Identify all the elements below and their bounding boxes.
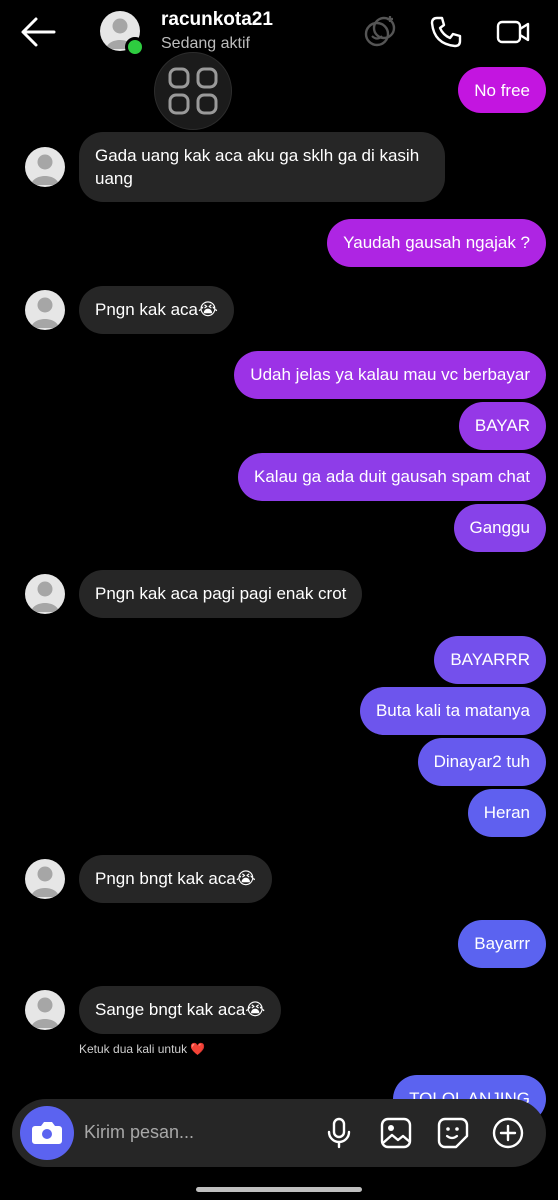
outgoing-message[interactable]: BAYAR: [458, 402, 546, 450]
incoming-message[interactable]: Gada uang kak aca aku ga sklh ga di kasi…: [79, 132, 445, 202]
outgoing-message[interactable]: Kalau ga ada duit gausah spam chat: [238, 453, 546, 501]
username[interactable]: racunkota21: [161, 9, 273, 31]
add-icon[interactable]: [491, 1116, 525, 1150]
camera-button[interactable]: [20, 1106, 74, 1160]
message-input[interactable]: Kirim pesan...: [84, 1122, 194, 1143]
double-tap-hint: Ketuk dua kali untuk ❤️: [79, 1042, 206, 1056]
gallery-icon[interactable]: [379, 1116, 413, 1150]
sender-avatar[interactable]: [25, 574, 65, 614]
apps-grid-button[interactable]: [154, 52, 232, 130]
sender-avatar[interactable]: [25, 990, 65, 1030]
effects-icon[interactable]: [362, 14, 398, 50]
outgoing-message[interactable]: Buta kali ta matanya: [359, 687, 546, 735]
outgoing-message[interactable]: Ganggu: [453, 504, 546, 552]
active-status: Sedang aktif: [161, 35, 250, 52]
message-composer: Kirim pesan...: [12, 1099, 546, 1167]
outgoing-message[interactable]: Dinayar2 tuh: [417, 738, 546, 786]
incoming-message[interactable]: Sange bngt kak aca😭: [79, 986, 282, 1034]
incoming-message[interactable]: Pngn kak aca pagi pagi enak crot: [79, 570, 363, 618]
outgoing-message[interactable]: BAYARRR: [434, 636, 546, 684]
phone-icon[interactable]: [428, 14, 464, 50]
outgoing-message[interactable]: Heran: [467, 789, 546, 837]
back-arrow-icon[interactable]: [18, 14, 58, 50]
outgoing-message[interactable]: Udah jelas ya kalau mau vc berbayar: [234, 351, 546, 399]
sticker-icon[interactable]: [436, 1116, 470, 1150]
outgoing-message[interactable]: Bayarrr: [458, 920, 546, 968]
incoming-message[interactable]: Pngn bngt kak aca😭: [79, 855, 272, 903]
sender-avatar[interactable]: [25, 859, 65, 899]
sender-avatar[interactable]: [25, 147, 65, 187]
incoming-message[interactable]: Pngn kak aca😭: [79, 286, 234, 334]
home-indicator: [196, 1187, 362, 1192]
sender-avatar[interactable]: [25, 290, 65, 330]
video-icon[interactable]: [495, 14, 531, 50]
online-indicator: [125, 37, 145, 57]
outgoing-message[interactable]: Yaudah gausah ngajak ?: [327, 219, 546, 267]
microphone-icon[interactable]: [322, 1116, 356, 1150]
outgoing-message[interactable]: No free: [458, 67, 546, 113]
apps-grid-icon: [168, 67, 218, 115]
camera-icon: [32, 1122, 62, 1144]
chat-header: racunkota21 Sedang aktif: [0, 0, 558, 62]
